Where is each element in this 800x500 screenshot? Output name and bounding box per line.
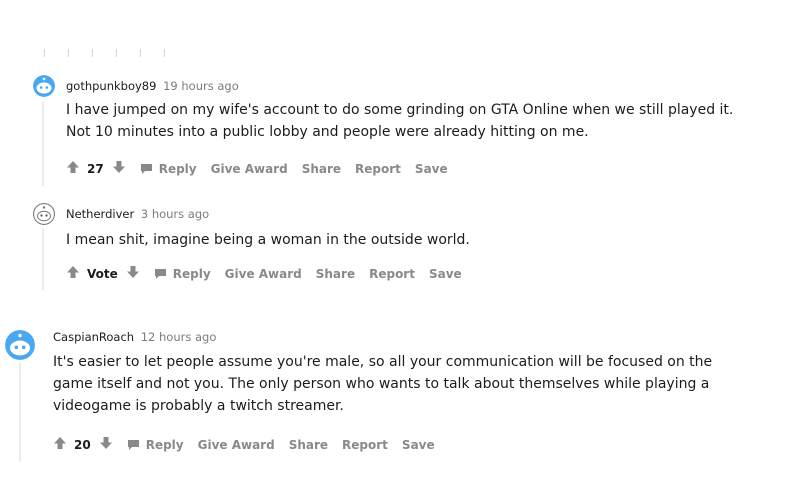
arrow-up-icon[interactable] bbox=[53, 436, 67, 453]
save-button[interactable]: Save bbox=[402, 438, 435, 452]
reply-label: Reply bbox=[158, 161, 197, 176]
snoo-avatar-icon[interactable] bbox=[5, 330, 35, 360]
comment-body: I mean shit, imagine being a woman in th… bbox=[66, 229, 470, 251]
share-button[interactable]: Share bbox=[316, 267, 355, 281]
thread-rail[interactable] bbox=[42, 228, 44, 290]
speech-bubble-icon bbox=[127, 439, 139, 450]
arrow-down-icon[interactable] bbox=[112, 160, 126, 177]
vote-count: 20 bbox=[74, 437, 91, 452]
reply-label: Reply bbox=[172, 266, 211, 281]
reply-button[interactable]: Reply bbox=[154, 267, 211, 281]
vote-count: Vote bbox=[87, 266, 118, 281]
speech-bubble-icon bbox=[154, 268, 166, 279]
reply-label: Reply bbox=[145, 437, 184, 452]
give-award-button[interactable]: Give Award bbox=[225, 267, 302, 281]
reply-button[interactable]: Reply bbox=[140, 162, 197, 176]
report-button[interactable]: Report bbox=[369, 267, 415, 281]
comment-meta: gothpunkboy89 19 hours ago bbox=[66, 79, 239, 93]
comment-line: I have jumped on my wife's account to do… bbox=[66, 102, 734, 118]
snoo-avatar-icon[interactable] bbox=[33, 75, 55, 97]
arrow-down-icon[interactable] bbox=[126, 265, 140, 282]
share-button[interactable]: Share bbox=[289, 438, 328, 452]
comment-body: I have jumped on my wife's account to do… bbox=[66, 99, 733, 143]
comment-action-bar: 20 Reply Give Award Share Report Save bbox=[53, 436, 449, 453]
thread-rail[interactable] bbox=[19, 362, 21, 462]
save-button[interactable]: Save bbox=[415, 162, 448, 176]
reply-button[interactable]: Reply bbox=[127, 438, 184, 452]
give-award-button[interactable]: Give Award bbox=[198, 438, 275, 452]
share-button[interactable]: Share bbox=[302, 162, 341, 176]
comment-timestamp[interactable]: 19 hours ago bbox=[163, 79, 239, 93]
comment-author[interactable]: CaspianRoach bbox=[53, 330, 134, 344]
comment-line: I mean shit, imagine being a woman in th… bbox=[66, 232, 470, 248]
comment-line: game itself and not you. The only person… bbox=[53, 376, 710, 392]
save-button[interactable]: Save bbox=[429, 267, 462, 281]
comment-timestamp[interactable]: 12 hours ago bbox=[141, 330, 217, 344]
comment-timestamp[interactable]: 3 hours ago bbox=[141, 207, 209, 221]
comment-body: It's easier to let people assume you're … bbox=[53, 351, 712, 417]
give-award-button[interactable]: Give Award bbox=[211, 162, 288, 176]
speech-bubble-icon bbox=[140, 163, 152, 174]
thread-rail[interactable] bbox=[42, 102, 44, 186]
vote-count: 27 bbox=[87, 161, 104, 176]
comment-action-bar: 27 Reply Give Award Share Report Save bbox=[66, 160, 462, 177]
comment-meta: CaspianRoach 12 hours ago bbox=[53, 330, 216, 344]
arrow-up-icon[interactable] bbox=[66, 160, 80, 177]
comment-line: Not 10 minutes into a public lobby and p… bbox=[66, 124, 589, 140]
report-button[interactable]: Report bbox=[342, 438, 388, 452]
thread-level-indicators bbox=[44, 49, 188, 57]
arrow-down-icon[interactable] bbox=[99, 436, 113, 453]
comment-author[interactable]: Netherdiver bbox=[66, 207, 134, 221]
comment-action-bar: Vote Reply Give Award Share Report Save bbox=[66, 265, 476, 282]
report-button[interactable]: Report bbox=[355, 162, 401, 176]
comment-meta: Netherdiver 3 hours ago bbox=[66, 207, 209, 221]
arrow-up-icon[interactable] bbox=[66, 265, 80, 282]
comment-author[interactable]: gothpunkboy89 bbox=[66, 79, 156, 93]
comment-line: It's easier to let people assume you're … bbox=[53, 354, 713, 370]
comment-line: videogame is probably a twitch streamer. bbox=[53, 398, 344, 414]
snoo-avatar-icon[interactable] bbox=[33, 203, 55, 225]
